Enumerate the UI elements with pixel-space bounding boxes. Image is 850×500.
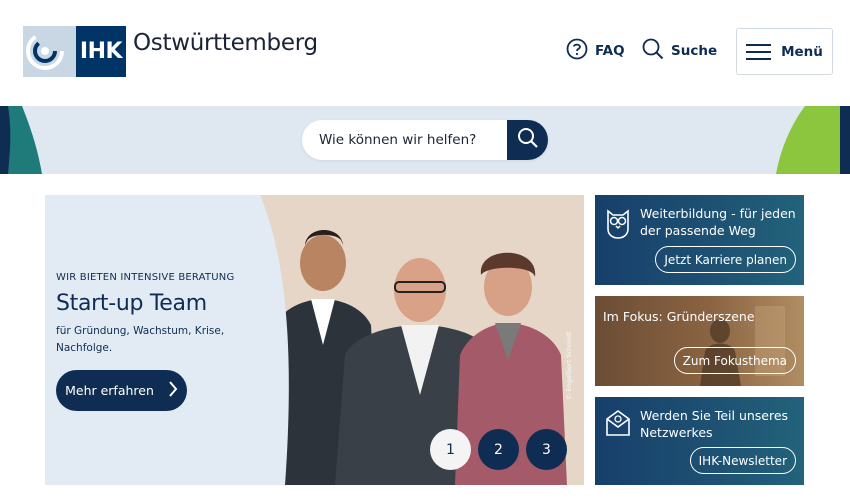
chevron-right-icon (168, 381, 178, 400)
faq-link[interactable]: FAQ (566, 37, 625, 65)
card-title: Weiterbildung - für jeden der passende W… (640, 206, 796, 238)
search-label: Suche (671, 43, 718, 59)
focus-topic-button[interactable]: Zum Fokusthema (673, 347, 796, 374)
band-right-decoration (776, 106, 850, 174)
menu-button[interactable]: Menü (736, 28, 833, 75)
photo-credit: © Engelbert Schmidt (565, 331, 573, 400)
faq-label: FAQ (595, 43, 625, 59)
newsletter-icon (605, 409, 631, 441)
search-icon (642, 38, 664, 64)
band-left-decoration (0, 106, 42, 174)
hero-kicker: WIR BIETEN INTENSIVE BERATUNG (56, 272, 235, 283)
newsletter-button[interactable]: IHK-Newsletter (689, 447, 796, 474)
search-link[interactable]: Suche (642, 37, 717, 65)
search-submit-button[interactable] (507, 120, 548, 160)
card-title: Im Fokus: Gründerszene (603, 309, 755, 324)
search-input[interactable] (319, 120, 509, 160)
search-icon (517, 127, 539, 153)
question-circle-icon (566, 38, 588, 64)
hamburger-icon (746, 43, 772, 60)
site-header: IHK Ostwürttemberg FAQ Suche Menü (0, 0, 850, 106)
card-weiterbildung[interactable]: Weiterbildung - für jeden der passende W… (595, 195, 804, 285)
card-gruenderszene[interactable]: Im Fokus: Gründerszene Zum Fokusthema (595, 296, 804, 386)
slider-page-3[interactable]: 3 (526, 429, 567, 470)
logo-swirl-icon (23, 26, 76, 77)
owl-icon (605, 207, 631, 243)
hero-title: Start-up Team (56, 291, 207, 316)
career-plan-button[interactable]: Jetzt Karriere planen (655, 246, 796, 273)
slider-page-2[interactable]: 2 (478, 429, 519, 470)
logo-ihk-text: IHK (76, 26, 126, 77)
card-netzwerk[interactable]: Werden Sie Teil unseres Netzwerkes IHK-N… (595, 397, 804, 485)
ihk-logo[interactable]: IHK Ostwürttemberg (23, 26, 318, 77)
cta-label: Mehr erfahren (65, 383, 154, 398)
card-title: Werden Sie Teil unseres Netzwerkes (640, 408, 789, 440)
slider-page-1[interactable]: 1 (430, 429, 471, 470)
menu-label: Menü (781, 43, 823, 60)
logo-region-text: Ostwürttemberg (133, 30, 318, 56)
hero-description: für Gründung, Wachstum, Krise, Nachfolge… (56, 325, 225, 354)
more-info-button[interactable]: Mehr erfahren (56, 370, 187, 411)
hero-text: WIR BIETEN INTENSIVE BERATUNG Start-up T… (56, 272, 256, 357)
